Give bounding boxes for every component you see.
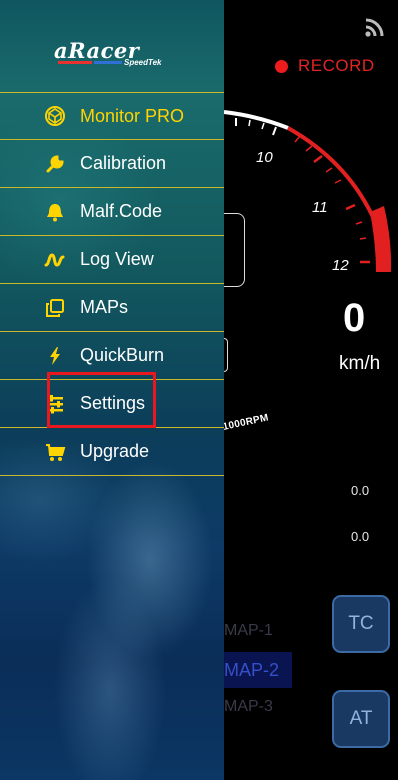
menu-item-label: Settings — [80, 393, 146, 413]
wrench-icon — [44, 153, 66, 175]
menu-item-calibration[interactable]: Calibration — [0, 140, 224, 188]
at-button[interactable]: AT — [332, 690, 390, 748]
bell-icon — [44, 201, 66, 223]
aracer-logo: aRacer SpeedTek — [54, 38, 174, 72]
menu-item-quickburn[interactable]: QuickBurn — [0, 332, 224, 380]
menu-item-label: Monitor PRO — [80, 105, 185, 126]
drawer-menu: Monitor PRO Calibration Malf.Code Log Vi… — [0, 92, 224, 476]
logo-blue-stripe — [94, 61, 122, 64]
map-1-option[interactable]: MAP-1 — [224, 622, 273, 640]
menu-item-label: QuickBurn — [80, 345, 165, 365]
app-screen: RECORD 10 11 12 0 km/h 1000RPM 0.0 0.0 M… — [0, 0, 398, 780]
map-2-option[interactable]: MAP-2 — [224, 652, 292, 688]
speed-value: 0 — [343, 296, 366, 340]
side-drawer: aRacer SpeedTek Monitor PRO Calibration — [0, 0, 224, 780]
gauge-panel-edge-small — [224, 338, 228, 372]
menu-item-label: Calibration — [80, 153, 167, 173]
logo-red-stripe — [58, 61, 92, 64]
cube-outline-icon — [44, 105, 66, 127]
cart-icon — [44, 441, 66, 463]
menu-item-monitor-pro[interactable]: Monitor PRO — [0, 92, 224, 140]
menu-item-label: MAPs — [80, 297, 129, 317]
map-3-option[interactable]: MAP-3 — [224, 698, 273, 716]
tc-button[interactable]: TC — [332, 595, 390, 653]
menu-item-label: Upgrade — [80, 441, 150, 461]
menu-item-malf-code[interactable]: Malf.Code — [0, 188, 224, 236]
menu-item-log-view[interactable]: Log View — [0, 236, 224, 284]
tach-label-12: 12 — [332, 257, 349, 274]
gauge-panel-edge — [224, 213, 245, 287]
copy-icon — [44, 297, 66, 319]
tach-label-11: 11 — [312, 199, 328, 216]
menu-item-settings[interactable]: Settings — [0, 380, 224, 428]
readout-value-2: 0.0 — [351, 529, 370, 544]
menu-item-label: Log View — [80, 249, 154, 269]
speed-unit: km/h — [339, 353, 381, 374]
menu-item-upgrade[interactable]: Upgrade — [0, 428, 224, 476]
sliders-icon — [44, 393, 66, 415]
menu-item-label: Malf.Code — [80, 201, 163, 221]
readout-value-1: 0.0 — [351, 483, 370, 498]
tach-label-10: 10 — [256, 149, 273, 166]
lightning-icon — [44, 345, 66, 367]
logo-sub: SpeedTek — [124, 58, 162, 67]
menu-item-maps[interactable]: MAPs — [0, 284, 224, 332]
waveform-icon — [44, 249, 66, 271]
